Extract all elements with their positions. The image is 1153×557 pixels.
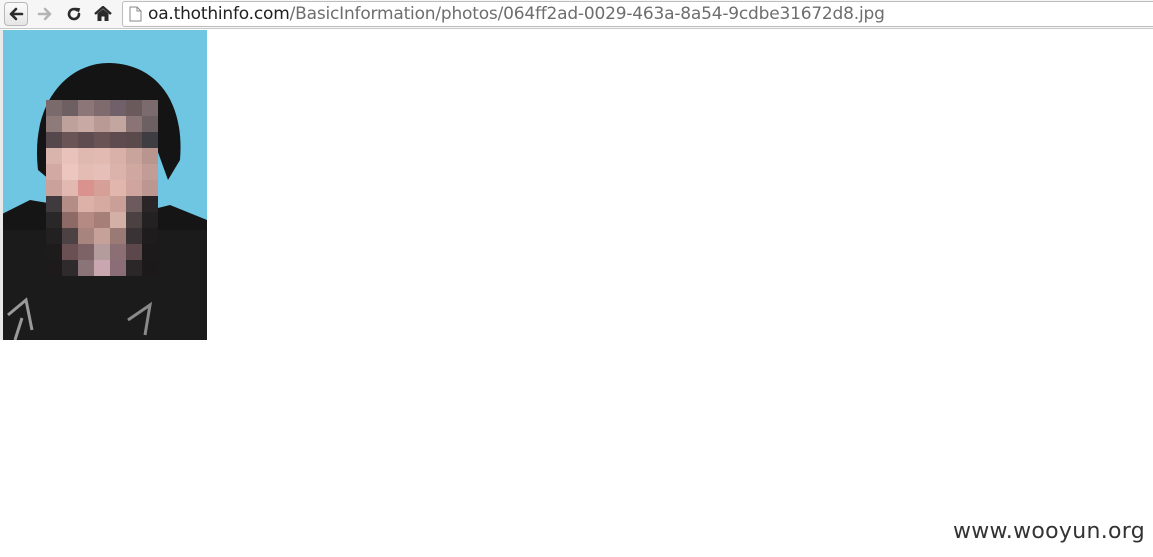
mosaic-pixel [62, 228, 78, 244]
mosaic-pixel [46, 148, 62, 164]
home-icon [94, 6, 112, 21]
arrow-left-icon [9, 7, 24, 21]
pixelated-face [46, 100, 158, 276]
mosaic-pixel [126, 228, 142, 244]
reload-button[interactable] [62, 2, 86, 26]
home-button[interactable] [91, 2, 115, 26]
mosaic-pixel [78, 100, 94, 116]
mosaic-pixel [142, 260, 158, 276]
mosaic-pixel [62, 196, 78, 212]
mosaic-pixel [110, 132, 126, 148]
url-host: oa.thothinfo.com [148, 4, 290, 24]
forward-button[interactable] [33, 2, 57, 26]
mosaic-pixel [142, 100, 158, 116]
mosaic-pixel [78, 244, 94, 260]
mosaic-pixel [126, 212, 142, 228]
mosaic-pixel [46, 244, 62, 260]
mosaic-pixel [142, 116, 158, 132]
pixelated-portrait-image [0, 30, 207, 340]
mosaic-pixel [110, 228, 126, 244]
mosaic-pixel [46, 260, 62, 276]
mosaic-pixel [142, 212, 158, 228]
mosaic-pixel [142, 164, 158, 180]
mosaic-pixel [110, 100, 126, 116]
mosaic-pixel [94, 116, 110, 132]
mosaic-pixel [94, 180, 110, 196]
mosaic-pixel [94, 244, 110, 260]
mosaic-pixel [126, 244, 142, 260]
url-path: /BasicInformation/photos/064ff2ad-0029-4… [289, 4, 885, 24]
mosaic-pixel [62, 244, 78, 260]
mosaic-pixel [62, 100, 78, 116]
mosaic-pixel [62, 164, 78, 180]
mosaic-pixel [142, 148, 158, 164]
mosaic-pixel [110, 180, 126, 196]
mosaic-pixel [142, 180, 158, 196]
mosaic-pixel [110, 212, 126, 228]
mosaic-pixel [126, 260, 142, 276]
mosaic-pixel [62, 212, 78, 228]
mosaic-pixel [110, 164, 126, 180]
mosaic-pixel [78, 180, 94, 196]
address-url[interactable]: oa.thothinfo.com/BasicInformation/photos… [148, 3, 885, 25]
mosaic-pixel [94, 212, 110, 228]
watermark-text: www.wooyun.org [952, 519, 1145, 544]
mosaic-pixel [110, 196, 126, 212]
mosaic-pixel [110, 260, 126, 276]
mosaic-pixel [62, 116, 78, 132]
browser-toolbar: oa.thothinfo.com/BasicInformation/photos… [0, 0, 1153, 29]
mosaic-pixel [78, 164, 94, 180]
mosaic-pixel [78, 260, 94, 276]
mosaic-pixel [126, 196, 142, 212]
mosaic-pixel [94, 100, 110, 116]
portrait-photo [0, 30, 207, 340]
mosaic-pixel [94, 132, 110, 148]
mosaic-pixel [46, 180, 62, 196]
mosaic-pixel [126, 116, 142, 132]
mosaic-pixel [126, 164, 142, 180]
mosaic-pixel [78, 196, 94, 212]
mosaic-pixel [62, 132, 78, 148]
mosaic-pixel [142, 228, 158, 244]
mosaic-pixel [126, 132, 142, 148]
mosaic-pixel [78, 132, 94, 148]
back-button[interactable] [4, 2, 28, 26]
mosaic-pixel [142, 244, 158, 260]
mosaic-pixel [62, 260, 78, 276]
mosaic-pixel [126, 180, 142, 196]
mosaic-pixel [126, 148, 142, 164]
mosaic-pixel [110, 148, 126, 164]
mosaic-pixel [62, 180, 78, 196]
mosaic-pixel [78, 212, 94, 228]
mosaic-pixel [94, 228, 110, 244]
mosaic-pixel [46, 196, 62, 212]
mosaic-pixel [46, 164, 62, 180]
mosaic-pixel [142, 132, 158, 148]
mosaic-pixel [62, 148, 78, 164]
mosaic-pixel [126, 100, 142, 116]
reload-icon [67, 7, 81, 21]
mosaic-pixel [94, 164, 110, 180]
mosaic-pixel [78, 116, 94, 132]
mosaic-pixel [78, 228, 94, 244]
mosaic-pixel [110, 244, 126, 260]
mosaic-pixel [94, 260, 110, 276]
mosaic-pixel [142, 196, 158, 212]
mosaic-pixel [94, 148, 110, 164]
arrow-right-icon [37, 7, 52, 21]
mosaic-pixel [46, 132, 62, 148]
mosaic-pixel [46, 212, 62, 228]
mosaic-pixel [46, 228, 62, 244]
mosaic-pixel [94, 196, 110, 212]
mosaic-pixel [46, 100, 62, 116]
mosaic-pixel [78, 148, 94, 164]
address-bar[interactable]: oa.thothinfo.com/BasicInformation/photos… [122, 1, 1153, 27]
mosaic-pixel [46, 116, 62, 132]
mosaic-pixel [110, 116, 126, 132]
page-icon [129, 6, 142, 22]
